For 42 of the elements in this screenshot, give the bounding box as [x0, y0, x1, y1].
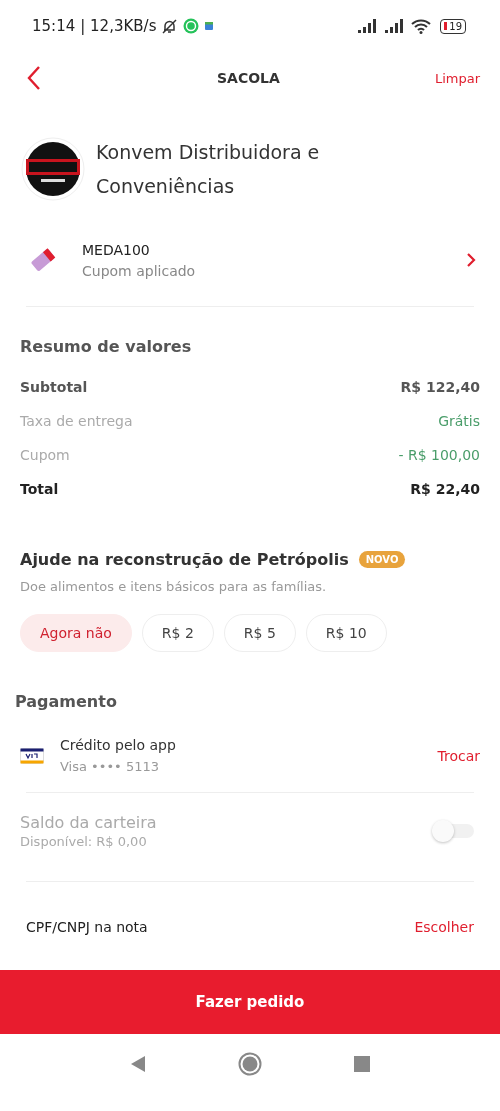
summary-label: Subtotal [20, 379, 88, 395]
summary-label: Total [20, 481, 59, 497]
page-title: SACOLA [216, 70, 281, 86]
network-speed: | 12,3KB/s [80, 17, 157, 35]
summary-value: R$ 122,40 [400, 379, 480, 395]
summary-label: Taxa de entrega [20, 413, 133, 429]
home-nav-icon[interactable] [238, 1052, 262, 1076]
summary-value: Grátis [438, 413, 480, 429]
wallet-title: Saldo da carteira [20, 813, 158, 832]
clear-button[interactable]: Limpar [434, 70, 480, 86]
back-nav-icon[interactable] [130, 1055, 146, 1073]
donation-option[interactable]: R$ 10 [305, 614, 387, 652]
battery-icon: 19 [440, 18, 466, 34]
invoice-label: CPF/CNPJ na nota [26, 919, 148, 935]
donation-subtitle: Doe alimentos e itens básicos para as famílias. [20, 579, 328, 594]
coupon-row[interactable]: MEDA100 Cupom aplicado [28, 232, 476, 288]
status-time: 15:14 [32, 17, 76, 35]
app-notification-icon [204, 21, 215, 31]
donation-option[interactable]: R$ 2 [141, 614, 214, 652]
coupon-status: Cupom aplicado [82, 262, 197, 279]
new-badge: NOVO [358, 551, 406, 568]
store-name: Konvem Distribuidora e Conveniências [96, 140, 321, 199]
donation-option[interactable]: Agora não [20, 614, 132, 652]
order-button[interactable]: Fazer pedido [0, 970, 500, 1034]
chevron-right-icon [466, 253, 476, 267]
wallet-balance: Disponível: R$ 0,00 [20, 834, 148, 849]
card-number: Visa •••• 5113 [60, 759, 160, 774]
donation-title: Ajude na reconstrução de Petrópolis [20, 550, 349, 569]
payment-title: Pagamento [14, 691, 118, 711]
choose-button[interactable]: Escolher [414, 919, 474, 935]
chat-app-icon [183, 18, 200, 34]
card-icon [20, 747, 44, 764]
coupon-code: MEDA100 [82, 241, 151, 258]
summary-value: R$ 22,40 [410, 481, 480, 497]
wifi-icon [411, 18, 432, 34]
muted-bell-icon [161, 17, 179, 35]
change-button[interactable]: Trocar [437, 747, 480, 764]
summary-title: Resumo de valores [20, 337, 193, 356]
donation-option[interactable]: R$ 5 [223, 614, 296, 652]
summary-label: Cupom [20, 447, 70, 463]
summary-value: - R$ 100,00 [398, 447, 480, 463]
payment-method: Crédito pelo app [60, 737, 177, 753]
